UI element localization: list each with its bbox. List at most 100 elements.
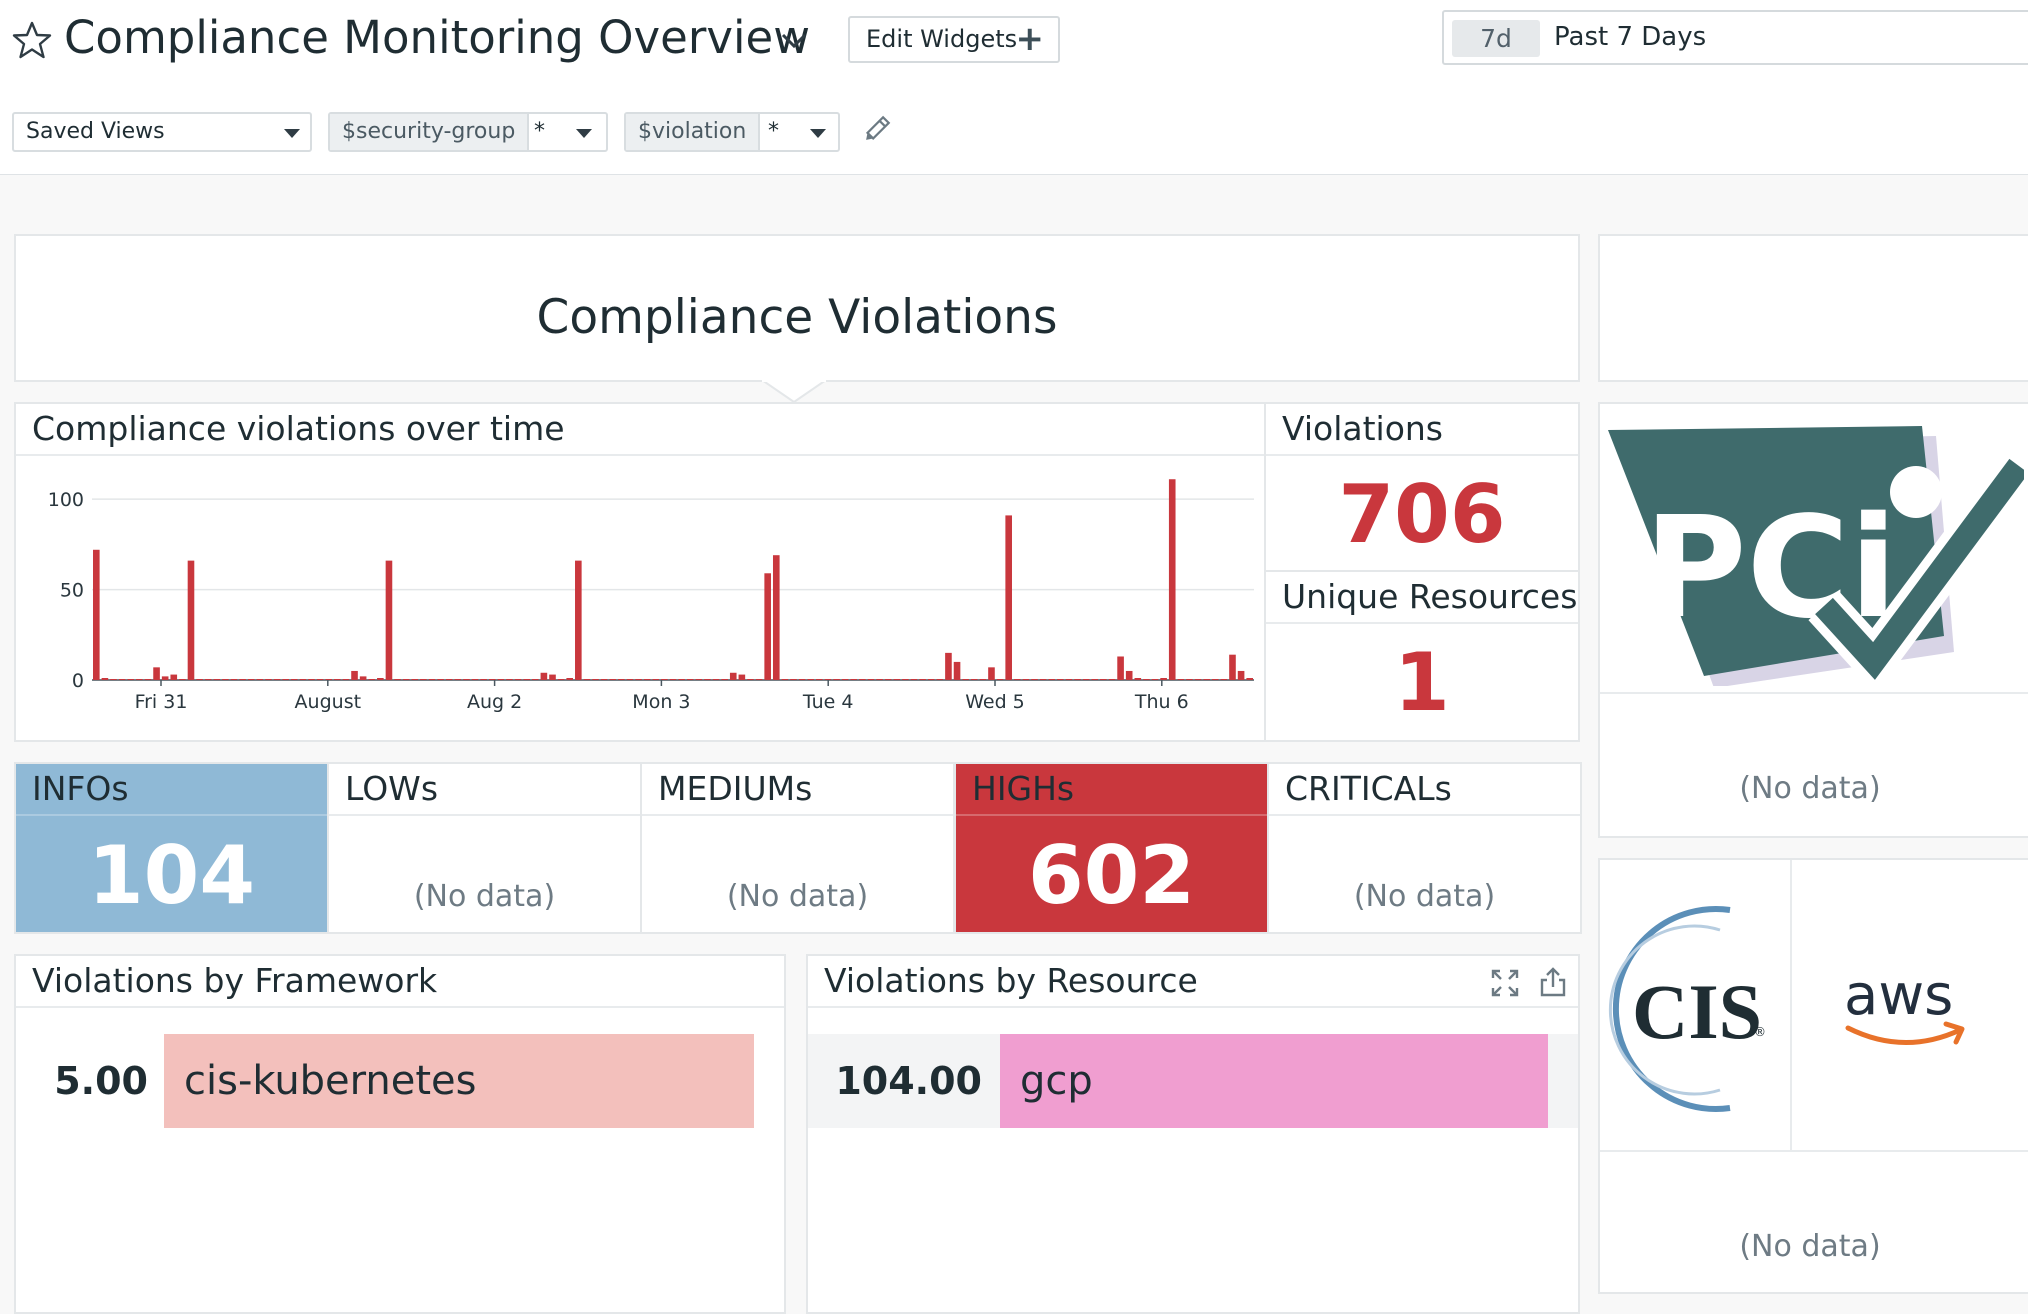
bar[interactable] — [239, 679, 246, 680]
bar[interactable] — [781, 679, 789, 680]
bar[interactable] — [506, 679, 513, 680]
bar[interactable] — [884, 679, 892, 680]
bar[interactable] — [1082, 679, 1090, 680]
bar[interactable] — [454, 679, 462, 680]
bar[interactable] — [953, 661, 961, 680]
bar[interactable] — [747, 679, 754, 680]
bar[interactable] — [394, 679, 401, 680]
bar[interactable] — [101, 678, 109, 680]
bar[interactable] — [93, 549, 100, 680]
bar[interactable] — [1151, 679, 1159, 680]
bar[interactable] — [755, 679, 763, 680]
bar[interactable] — [902, 679, 909, 680]
bar[interactable] — [144, 679, 152, 680]
bar[interactable] — [686, 679, 694, 680]
bar[interactable] — [583, 679, 591, 680]
bar[interactable] — [876, 679, 883, 680]
bar[interactable] — [979, 679, 987, 680]
bar[interactable] — [1022, 679, 1030, 680]
bar[interactable] — [437, 679, 444, 680]
bar[interactable] — [575, 560, 582, 680]
bar[interactable] — [110, 679, 117, 680]
bar[interactable] — [1091, 679, 1099, 680]
bar[interactable] — [471, 679, 479, 680]
bar[interactable] — [695, 679, 703, 680]
bar[interactable] — [531, 679, 539, 680]
bar[interactable] — [273, 679, 281, 680]
bar[interactable] — [704, 679, 711, 680]
bar[interactable] — [523, 679, 530, 680]
bar[interactable] — [600, 679, 608, 680]
pencil-icon[interactable] — [860, 114, 892, 146]
bar[interactable] — [669, 679, 677, 680]
bar[interactable] — [927, 679, 935, 680]
bar[interactable] — [1057, 679, 1064, 680]
bar[interactable] — [1211, 679, 1219, 680]
bar[interactable] — [945, 652, 952, 680]
bar[interactable] — [265, 679, 272, 680]
toplist-row[interactable]: 5.00 cis-kubernetes — [16, 1034, 784, 1128]
toplist-row[interactable]: 104.00 gcp — [808, 1034, 1578, 1128]
bar[interactable] — [936, 679, 944, 680]
bar[interactable] — [798, 679, 806, 680]
bar[interactable] — [247, 679, 255, 680]
bar[interactable] — [592, 679, 599, 680]
bar[interactable] — [1039, 679, 1047, 680]
bar[interactable] — [643, 679, 651, 680]
bar[interactable] — [1125, 670, 1133, 680]
bar[interactable] — [1237, 670, 1245, 680]
chevron-down-icon[interactable] — [778, 24, 810, 56]
bar[interactable] — [841, 679, 849, 680]
bar[interactable] — [342, 679, 350, 680]
bar[interactable] — [222, 679, 229, 680]
bar[interactable] — [540, 672, 548, 680]
bar[interactable] — [729, 672, 737, 680]
bar[interactable] — [161, 676, 169, 680]
bar[interactable] — [385, 560, 393, 680]
bar[interactable] — [308, 679, 315, 680]
bar[interactable] — [721, 679, 728, 680]
bar[interactable] — [919, 679, 926, 680]
bar[interactable] — [1246, 678, 1253, 680]
timeseries-chart[interactable]: 0 50 100 Fri 31 August Aug 2 Mon 3 Tue 4 Wed 5 Th… — [16, 458, 1264, 740]
bar[interactable] — [764, 573, 771, 680]
bar[interactable] — [1177, 679, 1185, 680]
bar[interactable] — [230, 679, 238, 680]
saved-views-dropdown[interactable]: Saved Views — [12, 112, 312, 152]
bar[interactable] — [1229, 654, 1236, 680]
bar[interactable] — [463, 679, 470, 680]
bar[interactable] — [910, 679, 918, 680]
bar[interactable] — [962, 679, 969, 680]
bar[interactable] — [411, 679, 419, 680]
bar[interactable] — [566, 678, 574, 680]
bar[interactable] — [282, 679, 289, 680]
bar[interactable] — [488, 679, 496, 680]
template-variable-security-group[interactable]: $security-group * — [328, 112, 608, 152]
bar[interactable] — [1074, 679, 1081, 680]
bar[interactable] — [334, 679, 341, 680]
share-icon[interactable] — [1538, 966, 1568, 998]
bar[interactable] — [351, 670, 358, 680]
bar[interactable] — [1013, 679, 1021, 680]
bar[interactable] — [833, 679, 840, 680]
bar[interactable] — [480, 679, 487, 680]
bar[interactable] — [678, 679, 685, 680]
bar[interactable] — [816, 679, 823, 680]
bar[interactable] — [850, 679, 858, 680]
bar[interactable] — [1160, 678, 1167, 680]
bar[interactable] — [661, 679, 668, 680]
bar[interactable] — [127, 679, 135, 680]
bar[interactable] — [609, 679, 617, 680]
bar[interactable] — [824, 679, 832, 680]
bar[interactable] — [772, 555, 780, 680]
bar[interactable] — [1143, 679, 1150, 680]
bar[interactable] — [428, 679, 436, 680]
bar[interactable] — [402, 679, 410, 680]
bar[interactable] — [557, 679, 565, 680]
bar[interactable] — [970, 679, 978, 680]
bar[interactable] — [299, 679, 307, 680]
bar[interactable] — [1031, 679, 1038, 680]
bar[interactable] — [738, 674, 746, 680]
bar[interactable] — [1117, 656, 1124, 680]
bar[interactable] — [196, 679, 203, 680]
